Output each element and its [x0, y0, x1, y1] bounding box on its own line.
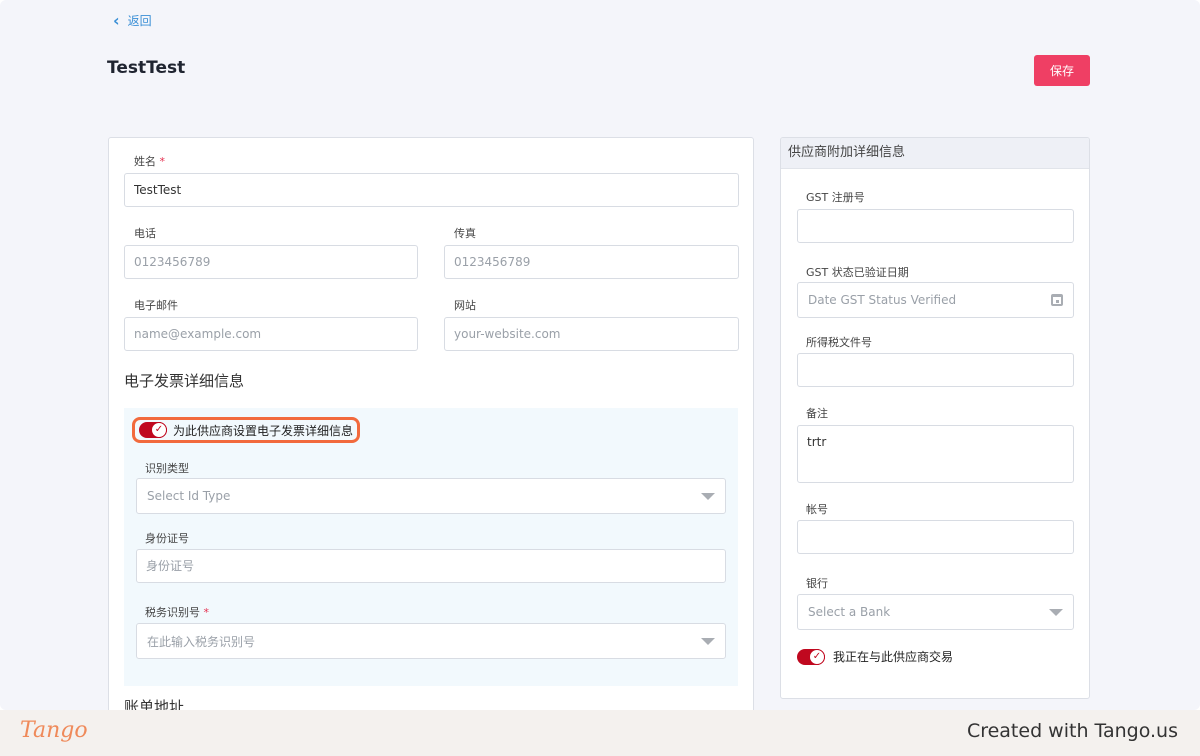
account-input[interactable] — [797, 520, 1074, 554]
id-type-select[interactable]: Select Id Type — [136, 478, 726, 514]
back-label: 返回 — [127, 14, 152, 28]
chevron-down-icon — [701, 492, 715, 500]
gst-date-input[interactable]: Date GST Status Verified — [797, 282, 1074, 318]
einvoice-panel: ✓ 为此供应商设置电子发票详细信息 识别类型 Select Id Type 身份… — [124, 408, 738, 686]
required-asterisk: * — [159, 155, 166, 168]
trading-toggle-label: 我正在与此供应商交易 — [833, 650, 954, 664]
vendor-main-card: 姓名 * 电话 传真 电子邮件 网站 电子发票详细信息 ✓ 为此供应商设置电子发… — [108, 137, 754, 710]
email-label: 电子邮件 — [134, 299, 178, 312]
gst-input[interactable] — [797, 209, 1074, 243]
created-with-text: Created with Tango.us — [966, 720, 1178, 742]
billing-section-title: 账单地址 — [124, 698, 185, 710]
gst-date-placeholder: Date GST Status Verified — [808, 293, 957, 307]
calendar-icon[interactable] — [1051, 294, 1063, 306]
website-label: 网站 — [454, 299, 476, 312]
email-input[interactable] — [124, 317, 418, 351]
page-title: TestTest — [107, 58, 186, 78]
einvoice-section-title: 电子发票详细信息 — [124, 372, 245, 390]
side-card-title: 供应商附加详细信息 — [781, 138, 1089, 169]
id-number-input[interactable] — [136, 549, 726, 583]
account-label: 帐号 — [806, 503, 828, 516]
income-tax-input[interactable] — [797, 353, 1074, 387]
trading-toggle-row[interactable]: ✓ 我正在与此供应商交易 — [797, 648, 953, 665]
save-button[interactable]: 保存 — [1034, 55, 1090, 86]
check-icon: ✓ — [151, 422, 167, 438]
einvoice-toggle-row[interactable]: ✓ 为此供应商设置电子发票详细信息 — [132, 417, 360, 443]
einvoice-toggle-label: 为此供应商设置电子发票详细信息 — [173, 423, 354, 438]
id-number-label: 身份证号 — [145, 532, 189, 545]
back-link[interactable]: ‹ 返回 — [113, 12, 152, 29]
tax-id-placeholder: 在此输入税务识别号 — [147, 634, 256, 649]
phone-input[interactable] — [124, 245, 418, 279]
bank-label: 银行 — [806, 577, 828, 590]
fax-input[interactable] — [444, 245, 739, 279]
notes-textarea[interactable]: trtr — [797, 425, 1074, 483]
website-input[interactable] — [444, 317, 739, 351]
tax-id-label: 税务识别号 * — [145, 606, 210, 619]
vendor-extra-card: 供应商附加详细信息 GST 注册号 GST 状态已验证日期 Date GST S… — [780, 137, 1090, 699]
fax-label: 传真 — [454, 227, 476, 240]
gst-label: GST 注册号 — [806, 191, 865, 204]
income-tax-label: 所得税文件号 — [806, 336, 872, 349]
chevron-left-icon: ‹ — [113, 10, 120, 30]
einvoice-toggle[interactable]: ✓ — [139, 422, 167, 438]
id-type-label: 识别类型 — [145, 462, 189, 475]
required-asterisk: * — [203, 606, 210, 619]
chevron-down-icon — [1049, 608, 1063, 616]
tango-footer: Tango Created with Tango.us — [0, 710, 1200, 756]
bank-select[interactable]: Select a Bank — [797, 594, 1074, 630]
phone-label: 电话 — [134, 227, 156, 240]
notes-label: 备注 — [806, 407, 828, 420]
chevron-down-icon — [701, 637, 715, 645]
tax-id-select[interactable]: 在此输入税务识别号 — [136, 623, 726, 659]
check-icon: ✓ — [809, 648, 825, 665]
name-input[interactable] — [124, 173, 739, 207]
app-frame: ‹ 返回 TestTest 保存 姓名 * 电话 传真 电子邮件 网站 电子发票… — [0, 0, 1200, 710]
trading-toggle[interactable]: ✓ — [797, 648, 825, 665]
id-type-placeholder: Select Id Type — [147, 489, 231, 503]
gst-date-label: GST 状态已验证日期 — [806, 266, 909, 279]
bank-placeholder: Select a Bank — [808, 605, 891, 619]
tango-logo: Tango — [20, 718, 88, 743]
name-label: 姓名 * — [134, 155, 166, 168]
